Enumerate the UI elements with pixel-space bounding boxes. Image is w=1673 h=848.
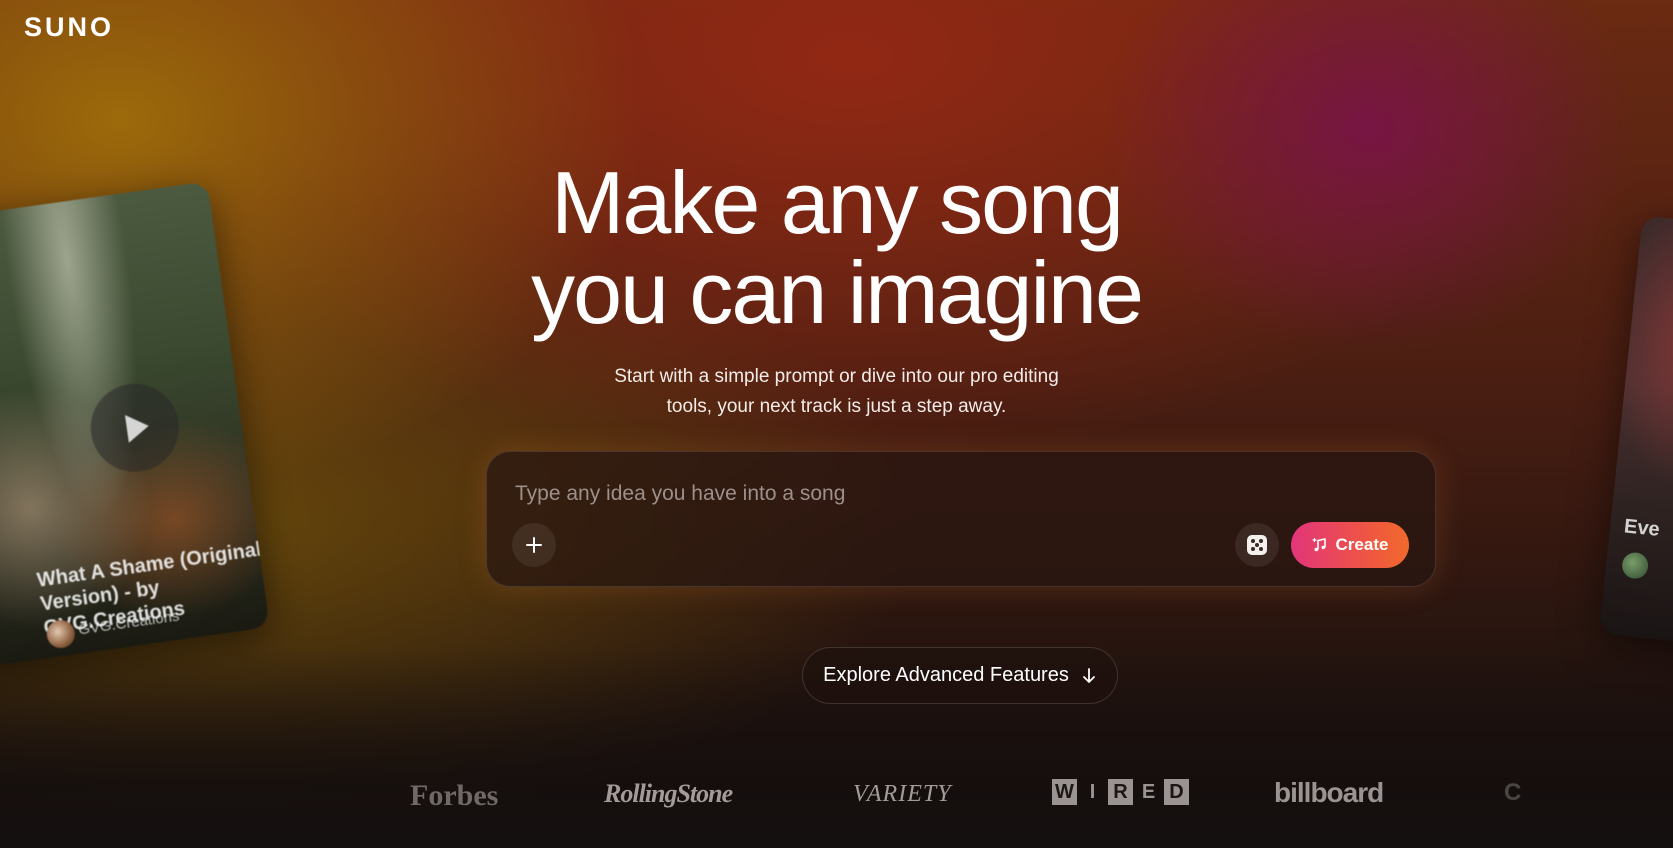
create-button[interactable]: Create bbox=[1291, 522, 1409, 568]
hero-title-line-2: you can imagine bbox=[531, 243, 1144, 342]
random-idea-button[interactable] bbox=[1235, 523, 1279, 567]
explore-advanced-features-button[interactable]: Explore Advanced Features bbox=[802, 647, 1118, 704]
rolling-stone-logo: RollingStone bbox=[604, 779, 733, 808]
music-note-icon bbox=[1311, 537, 1326, 552]
song-title: Eve bbox=[1623, 515, 1661, 541]
hero-title-line-1: Make any song bbox=[551, 153, 1124, 252]
arrow-down-icon bbox=[1082, 667, 1095, 683]
billboard-logo: billboard bbox=[1274, 777, 1384, 808]
hero-subtitle-line-2: tools, your next track is just a step aw… bbox=[666, 396, 1007, 417]
dice-icon bbox=[1247, 535, 1267, 555]
suno-logo[interactable]: SUNO bbox=[24, 12, 114, 43]
forbes-logo: Forbes bbox=[410, 779, 499, 812]
wired-logo: W I R E D bbox=[1052, 779, 1189, 805]
plus-icon bbox=[526, 537, 542, 553]
hero-title: Make any song you can imagine bbox=[0, 158, 1673, 338]
variety-logo: VARIETY bbox=[853, 781, 952, 807]
hero-subtitle: Start with a simple prompt or dive into … bbox=[0, 362, 1673, 422]
song-idea-input[interactable] bbox=[515, 476, 1335, 512]
explore-label: Explore Advanced Features bbox=[823, 664, 1069, 686]
hero-background bbox=[0, 0, 1673, 848]
add-button[interactable] bbox=[512, 523, 556, 567]
press-logo-partial: C bbox=[1504, 779, 1522, 806]
hero-subtitle-line-1: Start with a simple prompt or dive into … bbox=[614, 366, 1059, 387]
press-logos: Forbes RollingStone VARIETY W I R E D bi… bbox=[0, 775, 1673, 825]
create-label: Create bbox=[1335, 535, 1389, 554]
artist-avatar bbox=[1620, 551, 1650, 580]
song-prompt-box: Create bbox=[486, 451, 1436, 587]
